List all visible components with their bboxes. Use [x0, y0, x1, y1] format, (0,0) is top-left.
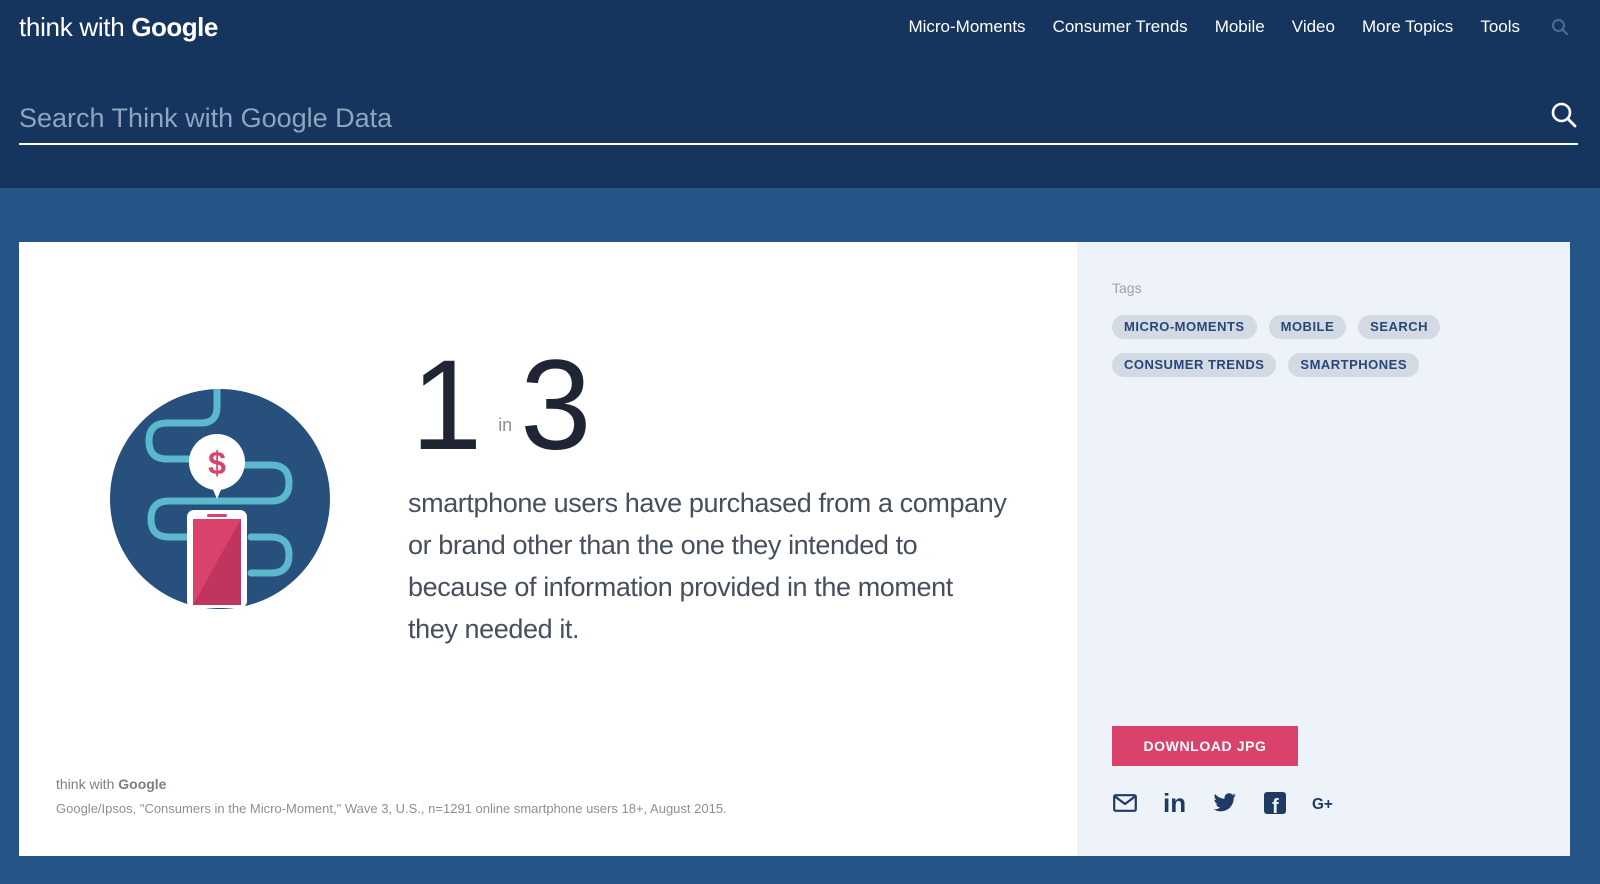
stat-headline: 1 in 3	[411, 334, 591, 477]
tag-list: MICRO-MOMENTS MOBILE SEARCH CONSUMER TRE…	[1112, 315, 1532, 391]
nav-item-more-topics[interactable]: More Topics	[1362, 17, 1453, 37]
tag-search[interactable]: SEARCH	[1358, 315, 1441, 339]
stat-numerator: 1	[411, 334, 482, 477]
nav-item-video[interactable]: Video	[1292, 17, 1335, 37]
nav-item-mobile[interactable]: Mobile	[1215, 17, 1265, 37]
data-search-bar	[19, 95, 1578, 145]
site-header: think with Google Micro-Moments Consumer…	[0, 0, 1600, 188]
stat-card-main: $ 1 in 3 smartphone users have purchased…	[19, 242, 1077, 856]
tag-mobile[interactable]: MOBILE	[1268, 315, 1347, 339]
source-citation: Google/Ipsos, "Consumers in the Micro-Mo…	[56, 801, 727, 816]
nav-item-tools[interactable]: Tools	[1480, 17, 1520, 37]
facebook-icon-glyph: f	[1272, 796, 1279, 815]
linkedin-icon-glyph: in	[1163, 791, 1186, 815]
site-logo[interactable]: think with Google	[19, 12, 218, 43]
share-bar: in f G+	[1112, 790, 1362, 816]
nav-item-consumer-trends[interactable]: Consumer Trends	[1053, 17, 1188, 37]
footer-logo-brand: Google	[118, 776, 167, 792]
smartphone-purchase-illustration: $	[107, 385, 333, 615]
nav-search-icon[interactable]	[1550, 17, 1570, 37]
download-jpg-button[interactable]: DOWNLOAD JPG	[1112, 726, 1298, 766]
stat-card-sidebar: Tags MICRO-MOMENTS MOBILE SEARCH CONSUME…	[1077, 242, 1570, 856]
data-search-input[interactable]	[19, 95, 1519, 141]
logo-brand: Google	[131, 12, 218, 42]
search-icon[interactable]	[1550, 101, 1578, 129]
twitter-icon[interactable]	[1212, 790, 1238, 816]
facebook-icon[interactable]: f	[1262, 790, 1288, 816]
stat-denominator: 3	[520, 334, 591, 477]
stat-description: smartphone users have purchased from a c…	[408, 488, 1007, 644]
dollar-sign-icon: $	[208, 445, 226, 481]
tag-smartphones[interactable]: SMARTPHONES	[1288, 353, 1420, 377]
stat-connector: in	[498, 415, 513, 435]
nav-item-micro-moments[interactable]: Micro-Moments	[908, 17, 1025, 37]
linkedin-icon[interactable]: in	[1162, 790, 1188, 816]
google-plus-icon-glyph: G+	[1312, 796, 1333, 813]
stat-card: $ 1 in 3 smartphone users have purchased…	[19, 242, 1570, 856]
footer-logo-prefix: think with	[56, 776, 119, 792]
email-icon[interactable]	[1112, 790, 1138, 816]
google-plus-icon[interactable]: G+	[1312, 790, 1338, 816]
tag-micro-moments[interactable]: MICRO-MOMENTS	[1112, 315, 1257, 339]
tags-label: Tags	[1112, 280, 1142, 296]
footer-logo: think with Google	[56, 776, 166, 792]
logo-prefix: think with	[19, 12, 132, 42]
tag-consumer-trends[interactable]: CONSUMER TRENDS	[1112, 353, 1277, 377]
main-nav: Micro-Moments Consumer Trends Mobile Vid…	[881, 17, 1570, 37]
